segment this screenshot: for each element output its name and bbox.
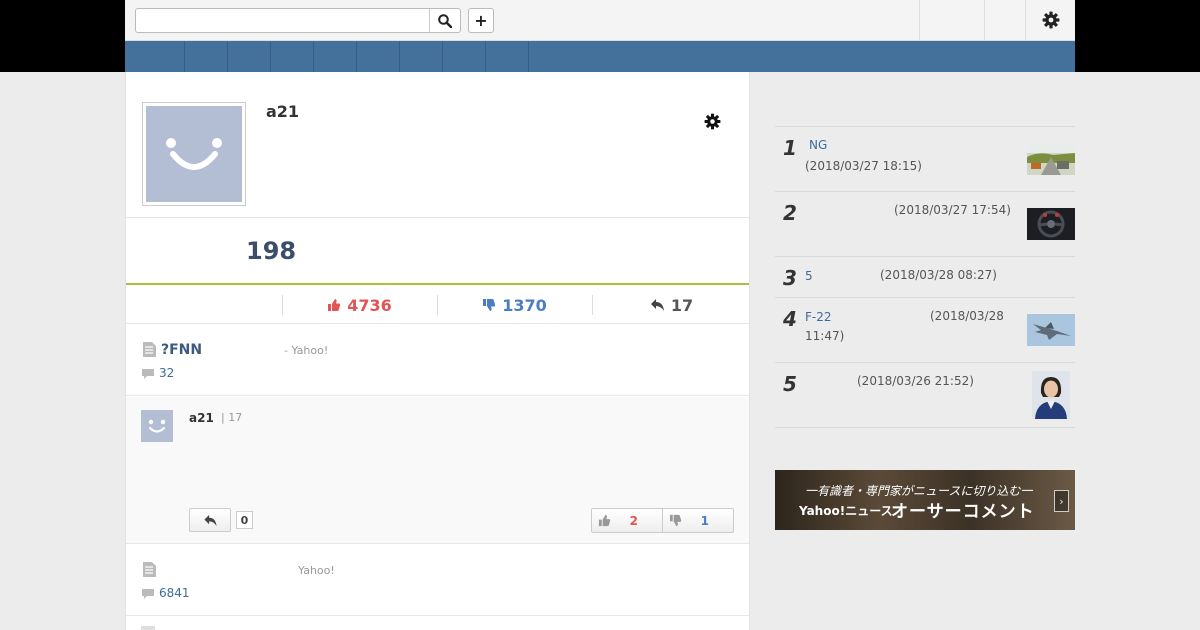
- replies-stat: 17: [592, 295, 749, 315]
- thumbs-up-icon: [328, 299, 341, 311]
- dislikes-stat: 1370: [437, 295, 592, 315]
- reply-icon: [203, 514, 217, 526]
- ranking-item[interactable]: 5 (2018/03/26 21:52): [775, 363, 1075, 428]
- comment-count-link[interactable]: 6841: [159, 586, 190, 600]
- next-article-stub: [141, 626, 155, 630]
- profile-username: a21: [266, 102, 300, 121]
- nav-tab[interactable]: [125, 41, 185, 72]
- rank-title[interactable]: 5: [805, 269, 813, 283]
- search-input[interactable]: [136, 9, 429, 32]
- upvote-button[interactable]: 2: [592, 509, 663, 532]
- category-nav: [125, 41, 1075, 72]
- rank-number: 5: [783, 372, 797, 396]
- toolbar-cell[interactable]: [919, 0, 984, 40]
- divider: [126, 217, 749, 218]
- reply-count-badge: 0: [236, 511, 253, 529]
- downvote-count: 1: [700, 513, 709, 528]
- thumbs-down-icon: [669, 514, 682, 527]
- ranking-item[interactable]: 1 NG (2018/03/27 18:15): [775, 127, 1075, 192]
- document-icon: [143, 342, 156, 357]
- thumbs-up-icon: [598, 514, 611, 527]
- stats-row: 4736 1370 17: [126, 285, 749, 324]
- nav-tab[interactable]: [443, 41, 486, 72]
- rank-number: 2: [783, 201, 797, 225]
- rank-number: 1: [783, 136, 797, 160]
- likes-count: 4736: [347, 295, 392, 315]
- article-source: Yahoo!: [298, 564, 335, 577]
- search-icon: [438, 13, 452, 28]
- nav-tab[interactable]: [357, 41, 400, 72]
- document-icon: [143, 562, 156, 577]
- politician-portrait-photo: [1032, 371, 1070, 419]
- ranking-list: 1 NG (2018/03/27 18:15) 2 (2018/03/27 17…: [775, 126, 1075, 428]
- road-accident-photo: [1027, 143, 1075, 175]
- steering-wheel-photo: [1027, 208, 1075, 240]
- article-item[interactable]: Yahoo! 6841: [126, 545, 749, 616]
- search-button[interactable]: [429, 9, 460, 32]
- profile-settings-button[interactable]: [704, 113, 721, 134]
- vote-buttons: 2 1: [591, 508, 734, 533]
- chevron-right-icon[interactable]: ›: [1054, 490, 1069, 512]
- search-box: [135, 8, 461, 33]
- settings-button[interactable]: [1025, 0, 1075, 40]
- avatar-face-icon: [146, 106, 242, 202]
- rank-time: (2018/03/28 08:27): [880, 268, 997, 282]
- author-comment-banner[interactable]: 一有識者・専門家がニュースに切り込む一 Yahoo!ニュース オーサーコメント …: [775, 470, 1075, 530]
- avatar: [142, 102, 246, 206]
- ranking-item[interactable]: 3 5 (2018/03/28 08:27): [775, 257, 1075, 298]
- avatar-face-icon: [148, 419, 166, 433]
- banner-title: オーサーコメント: [891, 502, 1035, 522]
- rank-time: (2018/03/27 18:15): [805, 159, 922, 173]
- ranking-item[interactable]: 2 (2018/03/27 17:54): [775, 192, 1075, 257]
- comment-meta: | 17: [221, 411, 243, 424]
- rank-number: 3: [783, 266, 797, 290]
- article-source: - Yahoo!: [284, 344, 329, 357]
- comment-icon: [142, 589, 154, 599]
- nav-tab[interactable]: [185, 41, 228, 72]
- rank-time: (2018/03/26 21:52): [857, 374, 974, 388]
- add-button[interactable]: +: [468, 8, 494, 33]
- nav-tab[interactable]: [228, 41, 271, 72]
- rank-number: 4: [783, 307, 797, 331]
- reply-icon: [650, 299, 664, 311]
- comment-item: a21 | 17 0 2 1: [126, 397, 749, 544]
- rank-title[interactable]: NG: [809, 138, 827, 152]
- nav-tab[interactable]: [271, 41, 314, 72]
- rank-time: (2018/03/27 17:54): [894, 203, 1011, 217]
- likes-stat: 4736: [282, 295, 437, 315]
- profile-main: a21 198 4736 1370 17 ?FNN - Yahoo! 32 a2…: [125, 72, 750, 630]
- article-item[interactable]: ?FNN - Yahoo! 32: [126, 325, 749, 396]
- thumbs-down-icon: [483, 299, 496, 311]
- comment-count-link[interactable]: 32: [159, 366, 174, 380]
- rank-time: (2018/03/28 11:47): [805, 309, 1004, 343]
- comment-icon: [142, 369, 154, 379]
- fighter-jet-photo: [1027, 314, 1075, 346]
- comment-author[interactable]: a21: [189, 411, 214, 425]
- gear-icon: [704, 113, 721, 130]
- banner-brand: Yahoo!ニュース: [799, 504, 893, 518]
- reply-button[interactable]: [189, 508, 231, 532]
- nav-tab[interactable]: [314, 41, 357, 72]
- gear-icon: [1042, 11, 1059, 29]
- upvote-count: 2: [629, 513, 638, 528]
- nav-tab[interactable]: [400, 41, 443, 72]
- user-points: 198: [246, 237, 297, 265]
- avatar: [141, 410, 173, 442]
- downvote-button[interactable]: 1: [663, 509, 733, 532]
- article-title[interactable]: ?FNN: [161, 342, 202, 358]
- replies-count: 17: [670, 295, 694, 315]
- nav-tab[interactable]: [486, 41, 529, 72]
- top-toolbar: +: [125, 0, 1075, 41]
- toolbar-cell[interactable]: [984, 0, 1025, 40]
- ranking-item[interactable]: 4 F-22 (2018/03/28 11:47): [775, 298, 1075, 363]
- dislikes-count: 1370: [502, 295, 547, 315]
